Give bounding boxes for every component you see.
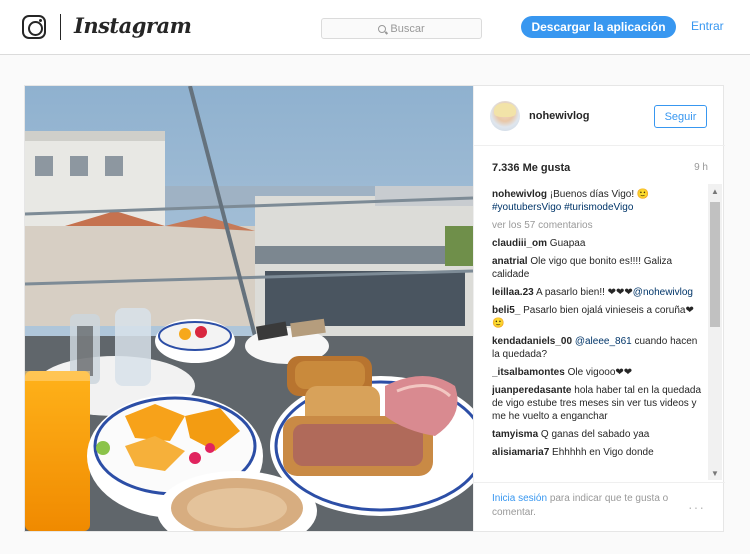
- comment-user[interactable]: claudiii_om: [492, 238, 547, 249]
- search-icon: [378, 24, 387, 33]
- login-link-inline[interactable]: Inicia sesión: [492, 493, 547, 504]
- view-more-comments-link[interactable]: ver los 57 comentarios: [492, 219, 702, 232]
- list-item: beli5_ Pasarlo bien ojalá vinieseis a co…: [492, 304, 702, 330]
- follow-button[interactable]: Seguir: [654, 105, 707, 128]
- comment-user[interactable]: _itsalbamontes: [492, 367, 565, 378]
- caption: nohewivlog ¡Buenos días Vigo! 🙂 #youtube…: [492, 188, 702, 214]
- login-link[interactable]: Entrar: [691, 19, 724, 33]
- caption-text: ¡Buenos días Vigo! 🙂: [549, 189, 650, 200]
- comment-text: Q ganas del sabado yaa: [540, 429, 650, 440]
- comment-user[interactable]: alisiamaria7: [492, 447, 549, 458]
- comment-user[interactable]: tamyisma: [492, 429, 538, 440]
- comment-user[interactable]: juanperedasante: [492, 385, 571, 396]
- post-header: nohewivlog Seguir: [474, 86, 725, 146]
- comment-text: A pasarlo bien!! ❤❤❤: [535, 287, 633, 298]
- list-item: leillaa.23 A pasarlo bien!! ❤❤❤@nohewivl…: [492, 286, 702, 299]
- scroll-up-arrow-icon[interactable]: ▲: [708, 184, 722, 198]
- comments-list[interactable]: nohewivlog ¡Buenos días Vigo! 🙂 #youtube…: [492, 188, 702, 482]
- post-side-panel: nohewivlog Seguir 7.336 Me gusta 9 h noh…: [473, 86, 725, 531]
- comments-scrollbar[interactable]: ▲ ▼: [708, 184, 722, 480]
- scroll-down-arrow-icon[interactable]: ▼: [708, 466, 722, 480]
- comment-mention[interactable]: @aleee_861: [575, 336, 632, 347]
- comment-user[interactable]: leillaa.23: [492, 287, 534, 298]
- list-item: claudiii_om Guapaa: [492, 237, 702, 250]
- list-item: alisiamaria7 Ehhhhh en Vigo donde: [492, 446, 702, 459]
- comment-text: Ole vigooo❤❤: [567, 367, 633, 378]
- search-placeholder: Buscar: [390, 22, 425, 35]
- login-prompt: Inicia sesión para indicar que te gusta …: [492, 492, 692, 520]
- logo-divider: [60, 14, 61, 40]
- comment-text: Ehhhhh en Vigo donde: [552, 447, 654, 458]
- caption-hashtags[interactable]: #youtubersVigo #turismodeVigo: [492, 202, 633, 213]
- breakfast-photo-image: [25, 86, 473, 531]
- list-item: anatrial Ole vigo que bonito es!!!! Gali…: [492, 255, 702, 281]
- caption-user[interactable]: nohewivlog: [492, 189, 547, 200]
- download-app-button[interactable]: Descargar la aplicación: [521, 16, 676, 38]
- list-item: juanperedasante hola haber tal en la que…: [492, 384, 702, 423]
- comment-text: Pasarlo bien ojalá vinieseis a coruña❤🙂: [492, 305, 694, 329]
- post-footer: Inicia sesión para indicar que te gusta …: [474, 482, 725, 531]
- instagram-wordmark[interactable]: Instagram: [74, 13, 192, 38]
- instagram-camera-icon[interactable]: [22, 15, 46, 39]
- more-options-icon[interactable]: ···: [688, 499, 705, 515]
- post-card: nohewivlog Seguir 7.336 Me gusta 9 h noh…: [24, 85, 725, 532]
- comment-user[interactable]: anatrial: [492, 256, 528, 267]
- post-time[interactable]: 9 h: [694, 162, 708, 173]
- list-item: kendadaniels_00 @aleee_861 cuando hacen …: [492, 335, 702, 361]
- comment-user[interactable]: kendadaniels_00: [492, 336, 572, 347]
- avatar[interactable]: [490, 101, 520, 131]
- scrollbar-thumb[interactable]: [710, 202, 720, 327]
- top-navigation-bar: Instagram Buscar Descargar la aplicación…: [0, 0, 750, 55]
- list-item: tamyisma Q ganas del sabado yaa: [492, 428, 702, 441]
- likes-count[interactable]: 7.336 Me gusta: [492, 162, 570, 174]
- post-photo[interactable]: [25, 86, 473, 531]
- search-input[interactable]: Buscar: [321, 18, 482, 39]
- comment-user[interactable]: beli5_: [492, 305, 520, 316]
- list-item: _itsalbamontes Ole vigooo❤❤: [492, 366, 702, 379]
- post-username[interactable]: nohewivlog: [529, 110, 590, 122]
- comment-mention[interactable]: @nohewivlog: [633, 287, 693, 298]
- comment-text: Guapaa: [549, 238, 586, 249]
